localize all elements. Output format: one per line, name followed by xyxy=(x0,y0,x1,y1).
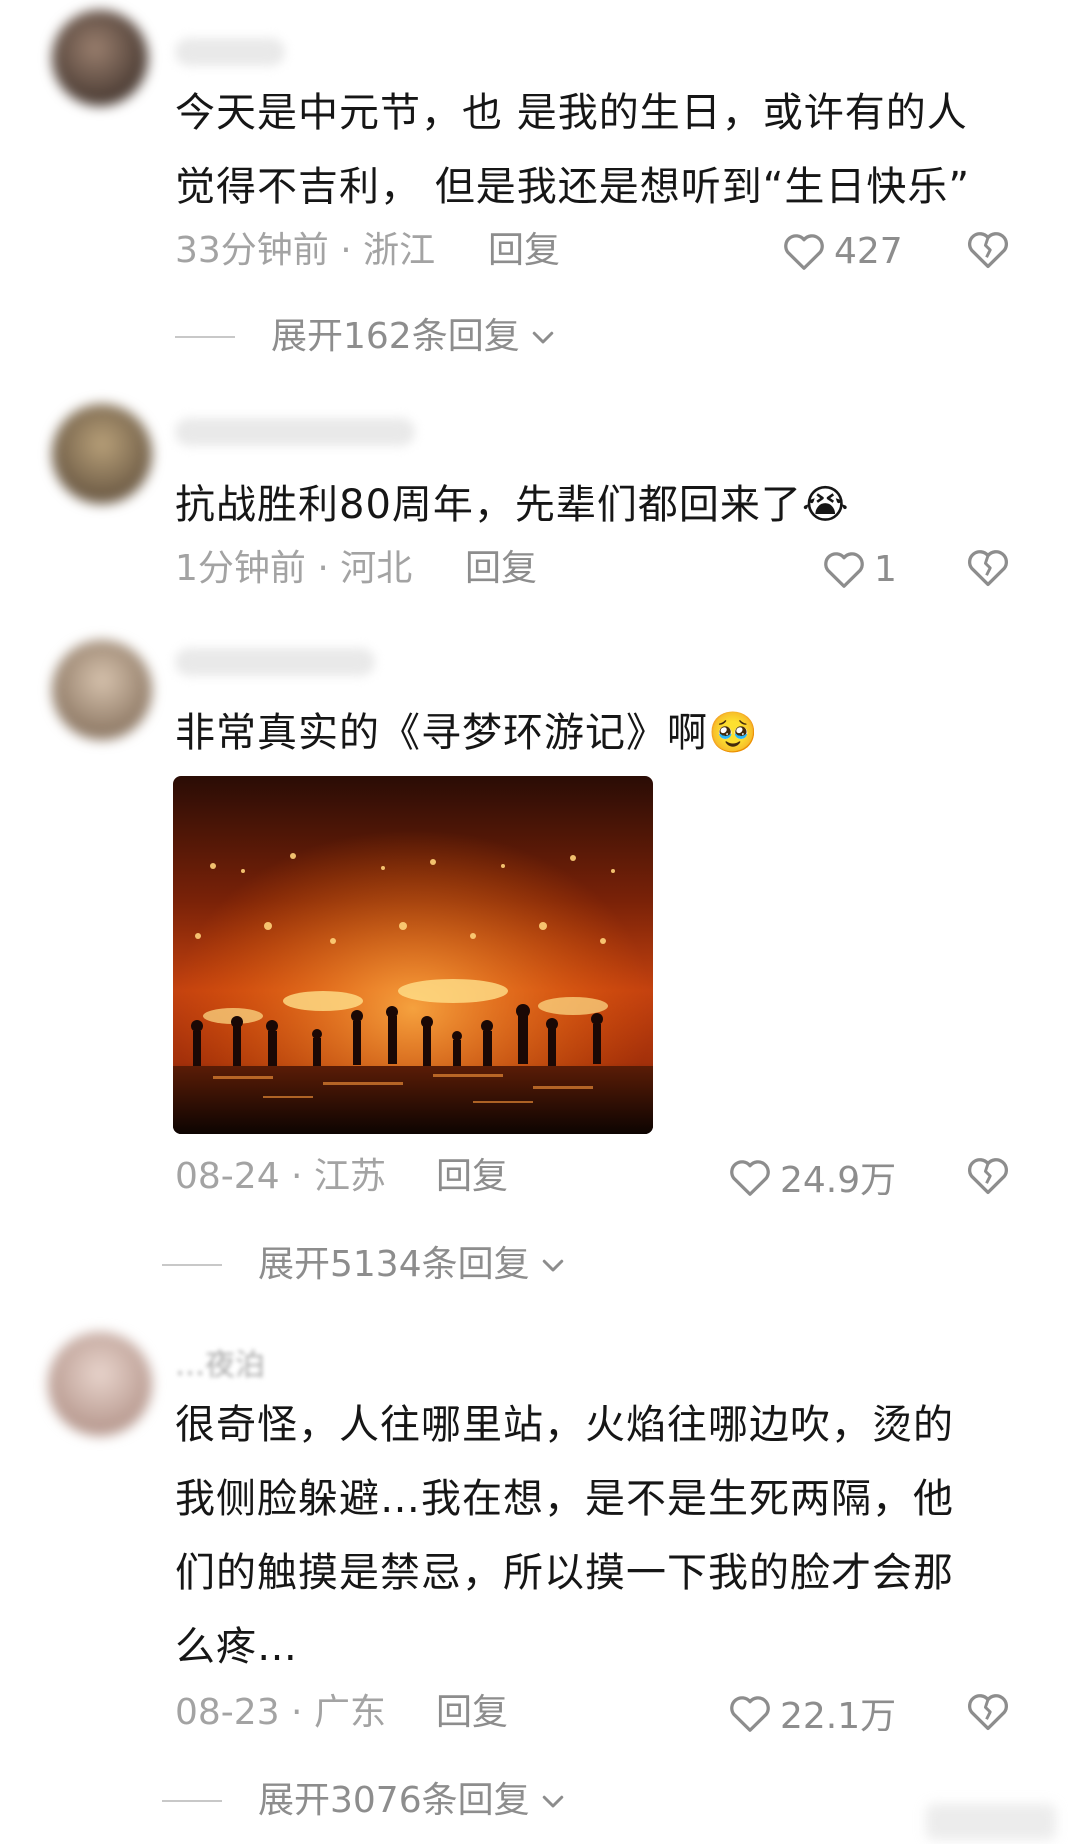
like-button[interactable]: 22.1万 xyxy=(728,1688,896,1738)
watermark xyxy=(926,1804,1056,1840)
chevron-down-icon xyxy=(538,1250,568,1280)
expand-replies-button[interactable]: 展开3076条回复 xyxy=(162,1776,568,1826)
lantern-festival-photo xyxy=(173,776,653,1134)
heart-outline-icon xyxy=(782,231,826,271)
comment-meta: 33分钟前 · 浙江 xyxy=(175,230,436,271)
emoji: 😭 xyxy=(801,482,850,528)
username[interactable] xyxy=(175,38,285,66)
comment-photo[interactable] xyxy=(173,776,653,1134)
like-button[interactable]: 1 xyxy=(822,544,897,594)
reply-button[interactable]: 回复 xyxy=(436,1688,508,1738)
broken-heart-icon xyxy=(966,228,1014,270)
comment-text: 今天是中元节，也 是我的生日，或许有的人 觉得不吉利， 但是我还是想听到“生日快… xyxy=(175,90,971,210)
username[interactable]: …夜泊 xyxy=(175,1340,265,1384)
comment-text: 很奇怪，人往哪里站，火焰往哪边吹，烫的 我侧脸躲避…我在想，是不是生死两隔，他 … xyxy=(175,1402,954,1670)
avatar[interactable] xyxy=(52,640,152,740)
like-count: 427 xyxy=(834,230,903,272)
broken-heart-icon xyxy=(966,1690,1014,1732)
comment-meta: 08-23 · 广东 xyxy=(175,1692,386,1733)
chevron-down-icon xyxy=(538,1786,568,1816)
like-count: 22.1万 xyxy=(780,1696,897,1737)
divider xyxy=(162,1800,222,1802)
avatar[interactable] xyxy=(52,10,148,106)
reply-button[interactable]: 回复 xyxy=(436,1152,508,1202)
chevron-down-icon xyxy=(528,322,558,352)
like-count: 1 xyxy=(874,548,897,590)
comment-meta: 1分钟前 · 河北 xyxy=(175,548,413,589)
dislike-button[interactable] xyxy=(966,1154,1014,1202)
broken-heart-icon xyxy=(966,546,1014,588)
avatar[interactable] xyxy=(48,1332,152,1436)
like-button[interactable]: 427 xyxy=(782,226,903,276)
comment-text: 非常真实的《寻梦环游记》啊🥹 xyxy=(175,710,759,756)
dislike-button[interactable] xyxy=(966,228,1014,276)
divider xyxy=(175,336,235,338)
heart-outline-icon xyxy=(822,549,866,589)
like-button[interactable]: 24.9万 xyxy=(728,1152,896,1202)
avatar[interactable] xyxy=(52,404,152,504)
expand-replies-button[interactable]: 展开5134条回复 xyxy=(162,1240,568,1290)
reply-button[interactable]: 回复 xyxy=(465,544,537,594)
broken-heart-icon xyxy=(966,1154,1014,1196)
username[interactable] xyxy=(175,648,375,676)
username[interactable] xyxy=(175,418,415,446)
emoji: 🥹 xyxy=(708,710,759,756)
heart-outline-icon xyxy=(728,1693,772,1733)
dislike-button[interactable] xyxy=(966,1690,1014,1738)
like-count: 24.9万 xyxy=(780,1160,897,1201)
comment-meta: 08-24 · 江苏 xyxy=(175,1156,386,1197)
divider xyxy=(162,1264,222,1266)
heart-outline-icon xyxy=(728,1157,772,1197)
reply-button[interactable]: 回复 xyxy=(488,226,560,276)
dislike-button[interactable] xyxy=(966,546,1014,594)
expand-replies-button[interactable]: 展开162条回复 xyxy=(175,312,558,362)
comment-text: 抗战胜利80周年，先辈们都回来了😭 xyxy=(175,482,850,528)
